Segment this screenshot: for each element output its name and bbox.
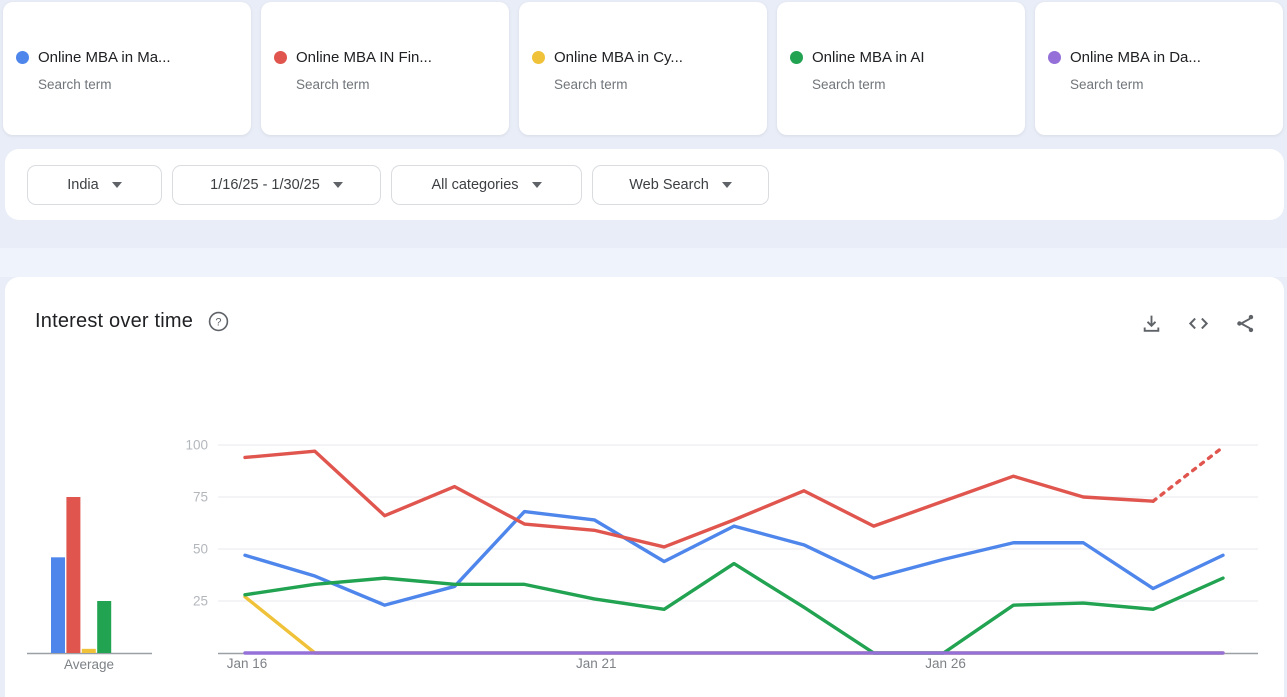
card-title: Online MBA IN Fin... bbox=[296, 49, 432, 66]
card-subtitle: Search term bbox=[1070, 77, 1144, 92]
card-subtitle: Search term bbox=[296, 77, 370, 92]
y-tick-label: 50 bbox=[193, 542, 208, 557]
comparison-card[interactable]: Online MBA in AI Search term bbox=[777, 2, 1025, 135]
x-tick-label: Jan 16 bbox=[227, 656, 268, 671]
card-subtitle: Search term bbox=[554, 77, 628, 92]
help-icon[interactable]: ? bbox=[207, 310, 230, 333]
region-filter[interactable]: India bbox=[27, 165, 162, 205]
comparison-card[interactable]: Online MBA IN Fin... Search term bbox=[261, 2, 509, 135]
card-subtitle: Search term bbox=[812, 77, 886, 92]
series-color-dot bbox=[274, 51, 287, 64]
trend-line bbox=[245, 512, 1223, 606]
y-tick-label: 25 bbox=[193, 594, 208, 609]
trend-line-partial-data bbox=[1153, 447, 1223, 501]
chevron-down-icon bbox=[112, 182, 122, 188]
interest-over-time-chart[interactable]: 25 50 75 100 Jan 16 Jan 21 Jan 26 Average bbox=[0, 420, 1287, 691]
chevron-down-icon bbox=[532, 182, 542, 188]
time-range-filter[interactable]: 1/16/25 - 1/30/25 bbox=[172, 165, 381, 205]
series-color-dot bbox=[532, 51, 545, 64]
section-divider-band bbox=[0, 248, 1287, 277]
trend-line bbox=[245, 451, 1153, 547]
average-bar bbox=[66, 497, 80, 653]
y-tick-label: 75 bbox=[193, 490, 208, 505]
comparison-card[interactable]: Online MBA in Cy... Search term bbox=[519, 2, 767, 135]
trend-line bbox=[245, 597, 1223, 653]
series-color-dot bbox=[1048, 51, 1061, 64]
chevron-down-icon bbox=[722, 182, 732, 188]
embed-icon[interactable] bbox=[1188, 313, 1209, 334]
download-icon[interactable] bbox=[1141, 313, 1162, 334]
x-tick-label: Jan 21 bbox=[576, 656, 617, 671]
region-filter-label: India bbox=[67, 177, 98, 193]
section-title: Interest over time bbox=[35, 310, 193, 333]
average-bar bbox=[82, 649, 96, 653]
series-color-dot bbox=[790, 51, 803, 64]
search-type-filter[interactable]: Web Search bbox=[592, 165, 769, 205]
y-tick-label: 100 bbox=[185, 438, 208, 453]
search-type-filter-label: Web Search bbox=[629, 177, 709, 193]
time-range-filter-label: 1/16/25 - 1/30/25 bbox=[210, 177, 320, 193]
card-title: Online MBA in Cy... bbox=[554, 49, 683, 66]
x-tick-label: Jan 26 bbox=[925, 656, 966, 671]
chevron-down-icon bbox=[333, 182, 343, 188]
average-bar bbox=[97, 601, 111, 653]
category-filter[interactable]: All categories bbox=[391, 165, 582, 205]
card-title: Online MBA in Da... bbox=[1070, 49, 1201, 66]
google-trends-compare-page: { "page": {"background": "#e9edf7"}, "co… bbox=[0, 0, 1287, 691]
average-label: Average bbox=[64, 657, 114, 672]
card-title: Online MBA in AI bbox=[812, 49, 925, 66]
category-filter-label: All categories bbox=[431, 177, 518, 193]
comparison-card[interactable]: Online MBA in Ma... Search term bbox=[3, 2, 251, 135]
share-icon[interactable] bbox=[1235, 313, 1256, 334]
card-title: Online MBA in Ma... bbox=[38, 49, 171, 66]
filter-bar: India 1/16/25 - 1/30/25 All categories W… bbox=[5, 149, 1284, 220]
average-bar bbox=[51, 557, 65, 653]
svg-text:?: ? bbox=[216, 317, 222, 329]
trend-line bbox=[245, 564, 1223, 653]
card-subtitle: Search term bbox=[38, 77, 112, 92]
series-color-dot bbox=[16, 51, 29, 64]
comparison-card[interactable]: Online MBA in Da... Search term bbox=[1035, 2, 1283, 135]
